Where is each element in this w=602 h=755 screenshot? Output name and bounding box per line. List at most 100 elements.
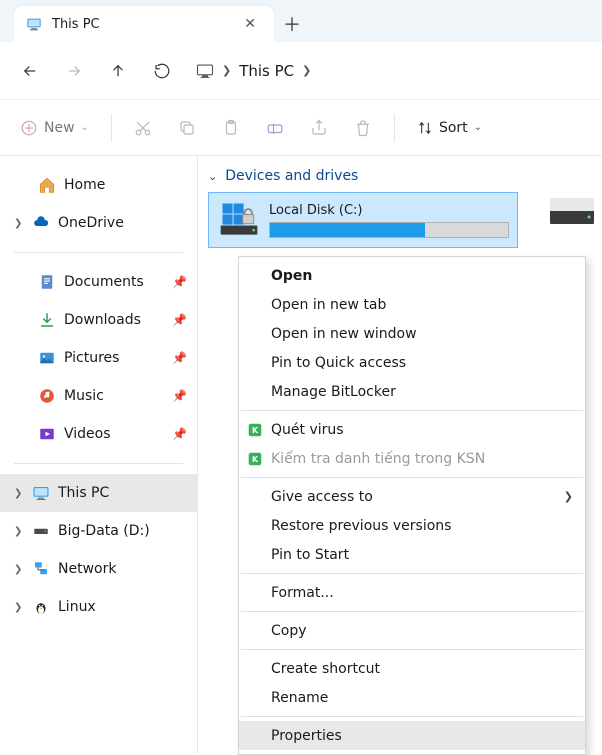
chevron-down-icon[interactable]: ⌄	[208, 170, 217, 183]
address-bar[interactable]: ❯ This PC ❯	[196, 53, 592, 89]
chevron-right-icon[interactable]: ❯	[14, 526, 24, 537]
kaspersky-icon: K	[247, 422, 263, 438]
chevron-right-icon[interactable]: ❯	[14, 488, 24, 499]
copy-button[interactable]	[168, 110, 206, 146]
window-tab[interactable]: This PC ✕	[14, 6, 274, 42]
up-button[interactable]	[98, 51, 138, 91]
sidebar-label: OneDrive	[58, 215, 187, 231]
cut-button[interactable]	[124, 110, 162, 146]
share-button[interactable]	[300, 110, 338, 146]
chevron-right-icon[interactable]: ❯	[14, 564, 24, 575]
menu-restore-versions[interactable]: Restore previous versions	[239, 511, 585, 540]
back-button[interactable]	[10, 51, 50, 91]
separator	[241, 410, 583, 411]
svg-text:K: K	[252, 425, 259, 434]
new-button[interactable]: New ⌄	[10, 110, 99, 146]
sidebar-item-music[interactable]: Music 📌	[0, 377, 197, 415]
menu-copy[interactable]: Copy	[239, 616, 585, 645]
navigation-bar: ❯ This PC ❯	[0, 42, 602, 100]
sort-label: Sort	[439, 120, 468, 136]
rename-button[interactable]	[256, 110, 294, 146]
drive-icon	[32, 522, 50, 540]
chevron-right-icon: ❯	[564, 490, 573, 503]
sidebar-label: Network	[58, 561, 187, 577]
menu-manage-bitlocker[interactable]: Manage BitLocker	[239, 377, 585, 406]
sidebar-label: Music	[64, 388, 164, 404]
forward-button[interactable]	[54, 51, 94, 91]
sidebar-label: Documents	[64, 274, 164, 290]
monitor-icon	[32, 484, 50, 502]
separator	[111, 114, 112, 142]
pin-icon[interactable]: 📌	[172, 389, 187, 403]
menu-open[interactable]: Open	[239, 261, 585, 290]
new-label: New	[44, 120, 75, 136]
sidebar-item-thispc[interactable]: ❯ This PC	[0, 474, 197, 512]
drive-windows-icon	[217, 198, 261, 242]
pin-icon[interactable]: 📌	[172, 275, 187, 289]
pin-icon[interactable]: 📌	[172, 351, 187, 365]
separator	[14, 463, 183, 464]
menu-format[interactable]: Format...	[239, 578, 585, 607]
home-icon	[38, 176, 56, 194]
music-icon	[38, 387, 56, 405]
menu-open-new-tab[interactable]: Open in new tab	[239, 290, 585, 319]
document-icon	[38, 273, 56, 291]
chevron-right-icon[interactable]: ❯	[302, 64, 311, 77]
drive-other[interactable]	[548, 196, 596, 228]
video-icon	[38, 425, 56, 443]
sidebar-item-home[interactable]: Home	[0, 166, 197, 204]
navigation-pane: Home ❯ OneDrive Documents 📌 Downloads 📌 …	[0, 156, 198, 753]
sidebar-item-onedrive[interactable]: ❯ OneDrive	[0, 204, 197, 242]
menu-properties[interactable]: Properties	[239, 721, 585, 750]
drive-local-c[interactable]: Local Disk (C:)	[208, 192, 518, 248]
menu-ksn-check: K Kiểm tra danh tiếng trong KSN	[239, 444, 585, 473]
new-tab-button[interactable]: ＋	[274, 6, 310, 42]
menu-give-access-to[interactable]: Give access to ❯	[239, 482, 585, 511]
pin-icon[interactable]: 📌	[172, 313, 187, 327]
close-tab-button[interactable]: ✕	[238, 14, 262, 34]
group-header[interactable]: ⌄ Devices and drives	[208, 168, 592, 184]
chevron-right-icon[interactable]: ❯	[222, 64, 231, 77]
chevron-right-icon[interactable]: ❯	[14, 602, 24, 613]
svg-text:K: K	[252, 454, 259, 463]
paste-button[interactable]	[212, 110, 250, 146]
chevron-right-icon[interactable]: ❯	[14, 218, 24, 229]
sidebar-item-network[interactable]: ❯ Network	[0, 550, 197, 588]
sidebar-label: Videos	[64, 426, 164, 442]
sidebar-item-documents[interactable]: Documents 📌	[0, 263, 197, 301]
picture-icon	[38, 349, 56, 367]
menu-rename[interactable]: Rename	[239, 683, 585, 712]
menu-open-new-window[interactable]: Open in new window	[239, 319, 585, 348]
address-location[interactable]: This PC	[239, 62, 294, 80]
address-root-icon	[196, 62, 214, 80]
sidebar-label: Home	[64, 177, 187, 193]
pin-icon[interactable]: 📌	[172, 427, 187, 441]
sidebar-label: Linux	[58, 599, 187, 615]
network-icon	[32, 560, 50, 578]
chevron-down-icon: ⌄	[81, 122, 89, 133]
sidebar-item-videos[interactable]: Videos 📌	[0, 415, 197, 453]
sidebar-item-linux[interactable]: ❯ Linux	[0, 588, 197, 626]
separator	[241, 649, 583, 650]
separator	[241, 716, 583, 717]
separator	[14, 252, 183, 253]
cloud-icon	[32, 214, 50, 232]
menu-scan-virus[interactable]: K Quét virus	[239, 415, 585, 444]
menu-pin-quick-access[interactable]: Pin to Quick access	[239, 348, 585, 377]
tab-title: This PC	[52, 17, 228, 32]
delete-button[interactable]	[344, 110, 382, 146]
separator	[241, 611, 583, 612]
menu-pin-start[interactable]: Pin to Start	[239, 540, 585, 569]
sidebar-label: Big-Data (D:)	[58, 523, 187, 539]
menu-create-shortcut[interactable]: Create shortcut	[239, 654, 585, 683]
linux-icon	[32, 598, 50, 616]
refresh-button[interactable]	[142, 51, 182, 91]
sidebar-item-bigdata[interactable]: ❯ Big-Data (D:)	[0, 512, 197, 550]
sidebar-item-downloads[interactable]: Downloads 📌	[0, 301, 197, 339]
tab-bar: This PC ✕ ＋	[0, 0, 602, 42]
sort-button[interactable]: Sort ⌄	[407, 110, 492, 146]
group-title: Devices and drives	[225, 168, 358, 184]
sidebar-item-pictures[interactable]: Pictures 📌	[0, 339, 197, 377]
drive-name: Local Disk (C:)	[269, 203, 509, 218]
separator	[394, 114, 395, 142]
